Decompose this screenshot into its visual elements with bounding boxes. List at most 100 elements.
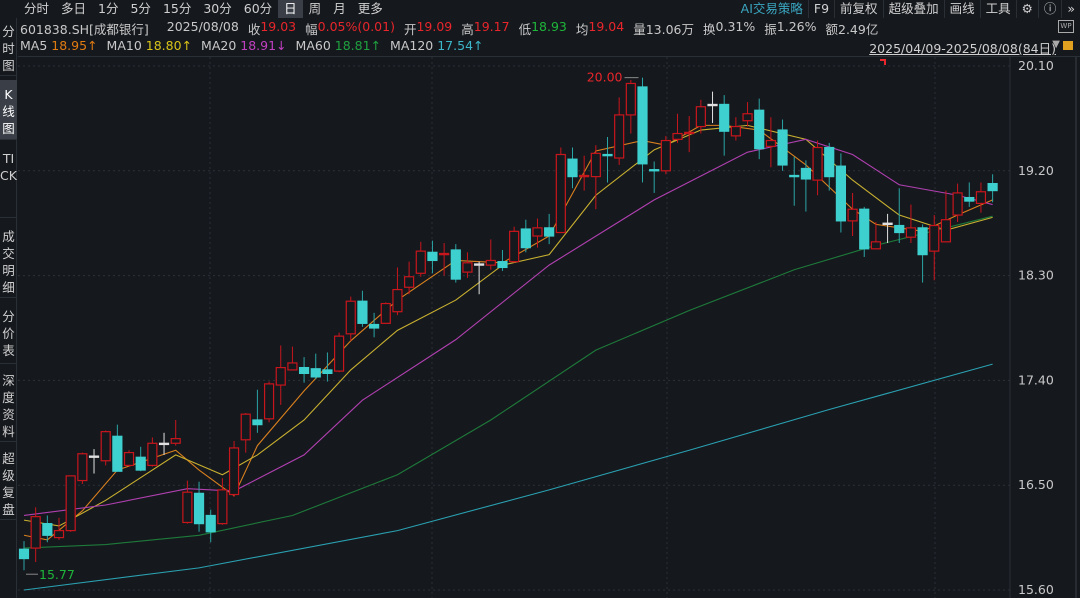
candle-body — [333, 335, 345, 372]
candle-body — [847, 208, 858, 222]
candle — [719, 95, 730, 156]
candle — [263, 381, 275, 423]
y-tick-label: 18.30 — [1018, 268, 1054, 283]
candle-body — [579, 174, 590, 178]
candle — [707, 91, 718, 124]
candle-body — [812, 146, 823, 181]
candle — [18, 541, 30, 571]
candle-body — [684, 131, 695, 135]
candle — [170, 419, 181, 446]
candle-body — [228, 447, 240, 496]
candle — [228, 440, 240, 497]
candle — [614, 97, 625, 165]
candle — [77, 452, 88, 485]
candle — [602, 137, 613, 183]
candle — [88, 449, 100, 474]
candle-body — [964, 196, 975, 202]
candle-body — [940, 219, 952, 243]
candle-body — [42, 523, 53, 536]
candle — [333, 332, 345, 373]
candle — [53, 517, 65, 540]
candle-body — [590, 152, 601, 178]
kline-chart[interactable]: 20.10 19.20 18.30 17.40 16.50 15.60 20.00 15.7… — [0, 0, 1080, 598]
candle — [835, 153, 847, 233]
candle — [147, 437, 158, 467]
candle-body — [917, 227, 928, 256]
candle — [520, 219, 531, 253]
candle — [765, 117, 776, 168]
candle-body — [182, 491, 193, 524]
candle-body — [660, 139, 671, 172]
candle — [322, 352, 333, 382]
candle-body — [310, 368, 321, 378]
candle — [30, 507, 41, 563]
candle-body — [497, 261, 508, 269]
candle — [112, 424, 123, 472]
candle-body — [427, 251, 438, 262]
candle — [462, 252, 473, 278]
candle-body — [882, 222, 893, 225]
candle — [298, 357, 310, 383]
candle — [567, 147, 578, 189]
candle-body — [275, 366, 286, 386]
y-tick-label: 15.60 — [1018, 582, 1054, 597]
candle-body — [835, 165, 847, 222]
candle-body — [987, 183, 998, 192]
candle-body — [532, 227, 543, 237]
candle-body — [30, 516, 41, 549]
candle-body — [415, 250, 426, 274]
candle-body — [637, 86, 648, 165]
candle-body — [765, 139, 776, 147]
candle-body — [53, 530, 65, 539]
candle — [660, 135, 671, 175]
y-tick-label: 20.10 — [1018, 58, 1054, 73]
candle-body — [625, 82, 636, 116]
candle — [123, 450, 135, 467]
candle — [672, 113, 683, 143]
candle-body — [485, 259, 496, 266]
candle-body — [322, 369, 333, 375]
candle-body — [369, 323, 380, 329]
candle-body — [112, 435, 123, 472]
candle — [742, 102, 753, 127]
candle-body — [614, 114, 625, 159]
candle — [287, 346, 298, 371]
candle-body — [287, 362, 298, 371]
candle-body — [555, 153, 566, 234]
candle — [532, 218, 543, 248]
candle — [917, 224, 928, 283]
candle — [544, 213, 555, 245]
y-tick-label: 17.40 — [1018, 372, 1054, 387]
candle — [625, 79, 636, 134]
ma5-line — [23, 124, 993, 541]
candle — [637, 77, 648, 183]
candle-body — [123, 451, 135, 467]
max-price-label: 20.00 — [587, 70, 623, 85]
candle — [182, 480, 193, 524]
candle-body — [439, 252, 450, 256]
candle-body — [147, 442, 158, 467]
candle — [555, 147, 566, 234]
candle — [485, 239, 496, 270]
candle — [847, 192, 858, 237]
candle — [789, 156, 800, 206]
candle-body — [952, 192, 963, 216]
candle — [882, 213, 893, 243]
candle-body — [905, 227, 917, 238]
candle-body — [509, 230, 520, 263]
ma120-line — [23, 363, 993, 591]
candle — [870, 222, 882, 250]
candle — [905, 204, 917, 243]
candle-body — [240, 413, 251, 441]
candle-body — [88, 455, 100, 458]
candle-body — [894, 224, 905, 234]
candle — [135, 446, 146, 472]
candle — [987, 174, 998, 203]
candle-body — [158, 442, 170, 446]
candle-body — [65, 475, 76, 532]
candle — [205, 509, 216, 543]
candle — [800, 160, 811, 212]
candle — [100, 430, 111, 466]
candle-body — [217, 489, 228, 525]
candle-body — [135, 456, 146, 471]
